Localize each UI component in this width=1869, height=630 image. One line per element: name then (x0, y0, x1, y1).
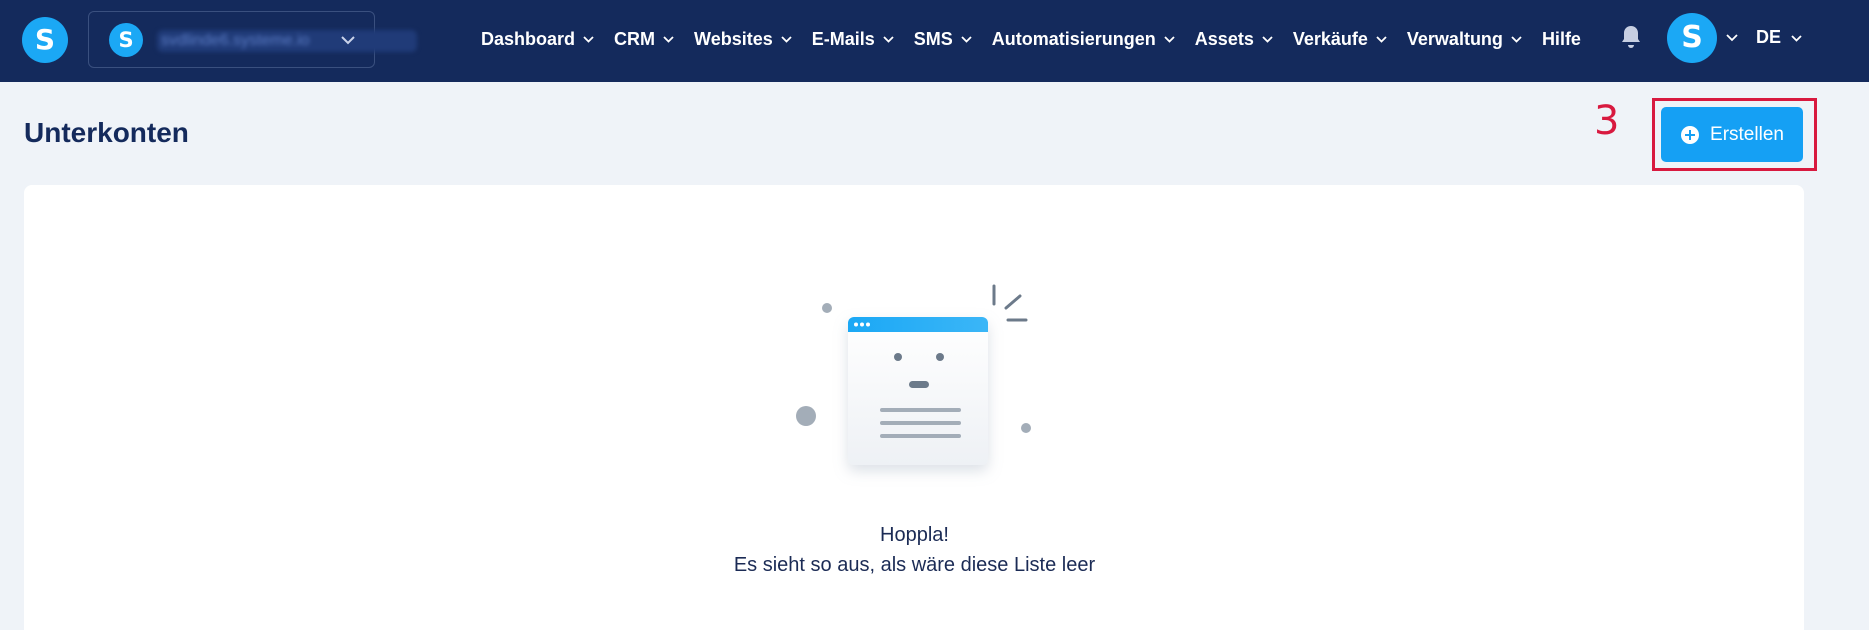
logo-letter: S (34, 23, 56, 56)
chevron-down-icon (341, 36, 355, 45)
language-label: DE (1756, 27, 1782, 47)
chevron-down-icon (781, 36, 792, 43)
nav-item-label: E-Mails (811, 28, 875, 49)
chevron-down-icon (961, 36, 972, 43)
nav-item-label: Assets (1194, 28, 1254, 49)
nav-item-websites[interactable]: Websites (694, 29, 792, 50)
create-button[interactable]: Erstellen (1661, 107, 1803, 162)
text-line (880, 434, 961, 438)
chevron-down-icon[interactable] (1726, 33, 1738, 42)
plus-circle-icon (1681, 125, 1700, 144)
account-switcher[interactable]: S svdlinde6.systeme.io (88, 11, 417, 68)
chevron-down-icon (583, 36, 594, 43)
decor-dot (822, 303, 832, 313)
chevron-down-icon (663, 36, 674, 43)
nav-item-verkäufe[interactable]: Verkäufe (1293, 29, 1387, 50)
step-annotation-number: 3 (1594, 98, 1620, 144)
account-logo-letter: S (118, 27, 134, 52)
face-mouth (909, 381, 929, 388)
text-line (880, 408, 961, 412)
bell-icon[interactable] (1619, 24, 1643, 50)
face-eye (936, 353, 944, 361)
nav-item-automatisierungen[interactable]: Automatisierungen (992, 29, 1175, 50)
create-button-label: Erstellen (1710, 123, 1784, 145)
nav-item-dashboard[interactable]: Dashboard (481, 29, 594, 50)
chevron-down-icon (1511, 36, 1522, 43)
nav-item-label: SMS (913, 28, 953, 49)
text-line (880, 421, 961, 425)
chevron-down-icon (1376, 36, 1387, 43)
nav-item-label: Verkäufe (1292, 28, 1368, 49)
top-navigation: S S svdlinde6.systeme.io Dashboard CRM Web… (0, 0, 1869, 82)
page-title: Unterkonten (24, 117, 189, 148)
chevron-down-icon (1262, 36, 1273, 43)
nav-item-label: CRM (614, 28, 656, 49)
nav-item-label: Verwaltung (1406, 28, 1503, 49)
chevron-down-icon (1791, 34, 1802, 42)
decor-dot (796, 406, 816, 426)
systeme-logo[interactable]: S (22, 17, 68, 63)
empty-state-subtitle: Es sieht so aus, als wäre diese Liste le… (733, 554, 1096, 576)
chevron-down-icon (883, 36, 894, 43)
nav-item-label: Hilfe (1541, 28, 1581, 49)
account-logo: S (109, 23, 143, 57)
user-avatar[interactable]: S (1667, 13, 1717, 63)
nav-item-label: Dashboard (481, 28, 576, 49)
nav-item-hilfe[interactable]: Hilfe (1542, 29, 1581, 50)
nav-item-assets[interactable]: Assets (1195, 29, 1273, 50)
main-menu: Dashboard CRM Websites E-Mails SMS Automatisi… (481, 24, 1601, 54)
decor-dot (1021, 423, 1031, 433)
avatar-letter: S (1681, 20, 1703, 55)
nav-item-e-mails[interactable]: E-Mails (812, 29, 894, 50)
empty-list-illustration (796, 284, 1031, 465)
nav-item-label: Websites (694, 28, 773, 49)
language-selector[interactable]: DE (1756, 27, 1802, 48)
sparkle-line (1004, 294, 1022, 310)
face-eye (894, 353, 902, 361)
empty-state-title: Hoppla! (880, 524, 949, 546)
nav-item-label: Automatisierungen (991, 28, 1156, 49)
nav-item-crm[interactable]: CRM (614, 29, 674, 50)
nav-item-verwaltung[interactable]: Verwaltung (1407, 29, 1522, 50)
nav-item-sms[interactable]: SMS (914, 29, 972, 50)
chevron-down-icon (1164, 36, 1175, 43)
window-body (848, 317, 988, 465)
account-name: svdlinde6.systeme.io (157, 30, 417, 52)
